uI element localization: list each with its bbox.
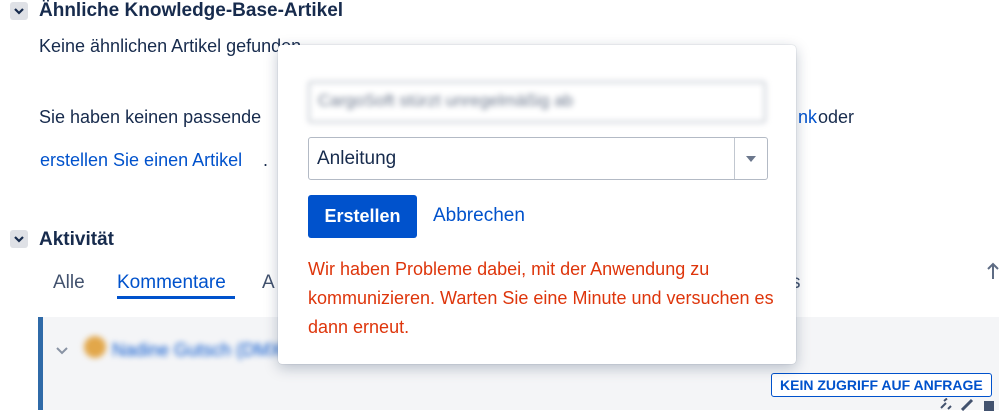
create-button[interactable]: Erstellen (308, 195, 417, 238)
avatar (84, 336, 106, 358)
kb-no-results: Keine ähnlichen Artikel gefunden. (39, 36, 307, 56)
kb-hint-text-end: oder (818, 107, 855, 127)
tab-comments[interactable]: Kommentare (117, 272, 226, 294)
tab-all[interactable]: Alle (53, 272, 85, 294)
trash-icon[interactable] (982, 398, 996, 416)
pencil-icon[interactable] (960, 397, 975, 416)
activity-section-toggle[interactable] (10, 230, 28, 248)
create-article-suffix: . (263, 150, 269, 170)
comment-author[interactable]: Nadine Gutsch (DMX (112, 340, 282, 361)
tab-partial[interactable]: A (262, 272, 275, 294)
kb-section-toggle[interactable] (10, 2, 28, 20)
chevron-down-icon (14, 236, 24, 243)
create-article-popup: CargoSoft stürzt unregelmäßig ab Anleitu… (278, 45, 796, 364)
error-message: Wir haben Probleme dabei, mit der Anwend… (308, 259, 774, 337)
article-title-input[interactable]: CargoSoft stürzt unregelmäßig ab (308, 81, 766, 123)
caret-down-icon[interactable] (734, 138, 767, 179)
article-type-value: Anleitung (317, 148, 397, 169)
chevron-down-icon (14, 8, 24, 15)
article-type-select[interactable]: Anleitung (308, 137, 768, 180)
link-icon[interactable] (938, 397, 954, 417)
no-access-badge: KEIN ZUGRIFF AUF ANFRAGE (771, 373, 992, 397)
cancel-link[interactable]: Abbrechen (433, 205, 525, 227)
arrow-up-icon[interactable] (986, 262, 999, 285)
activity-section-title: Aktivität (39, 229, 114, 250)
kb-hint-text: Sie haben keinen passende (39, 107, 262, 127)
create-article-link[interactable]: erstellen Sie einen Artikel (40, 150, 242, 171)
kb-hint-link[interactable]: nk (798, 107, 817, 128)
comment-collapse-icon[interactable] (56, 342, 68, 360)
kb-section-title: Ähnliche Knowledge-Base-Artikel (39, 0, 344, 21)
tab-comments-underline (117, 296, 235, 299)
